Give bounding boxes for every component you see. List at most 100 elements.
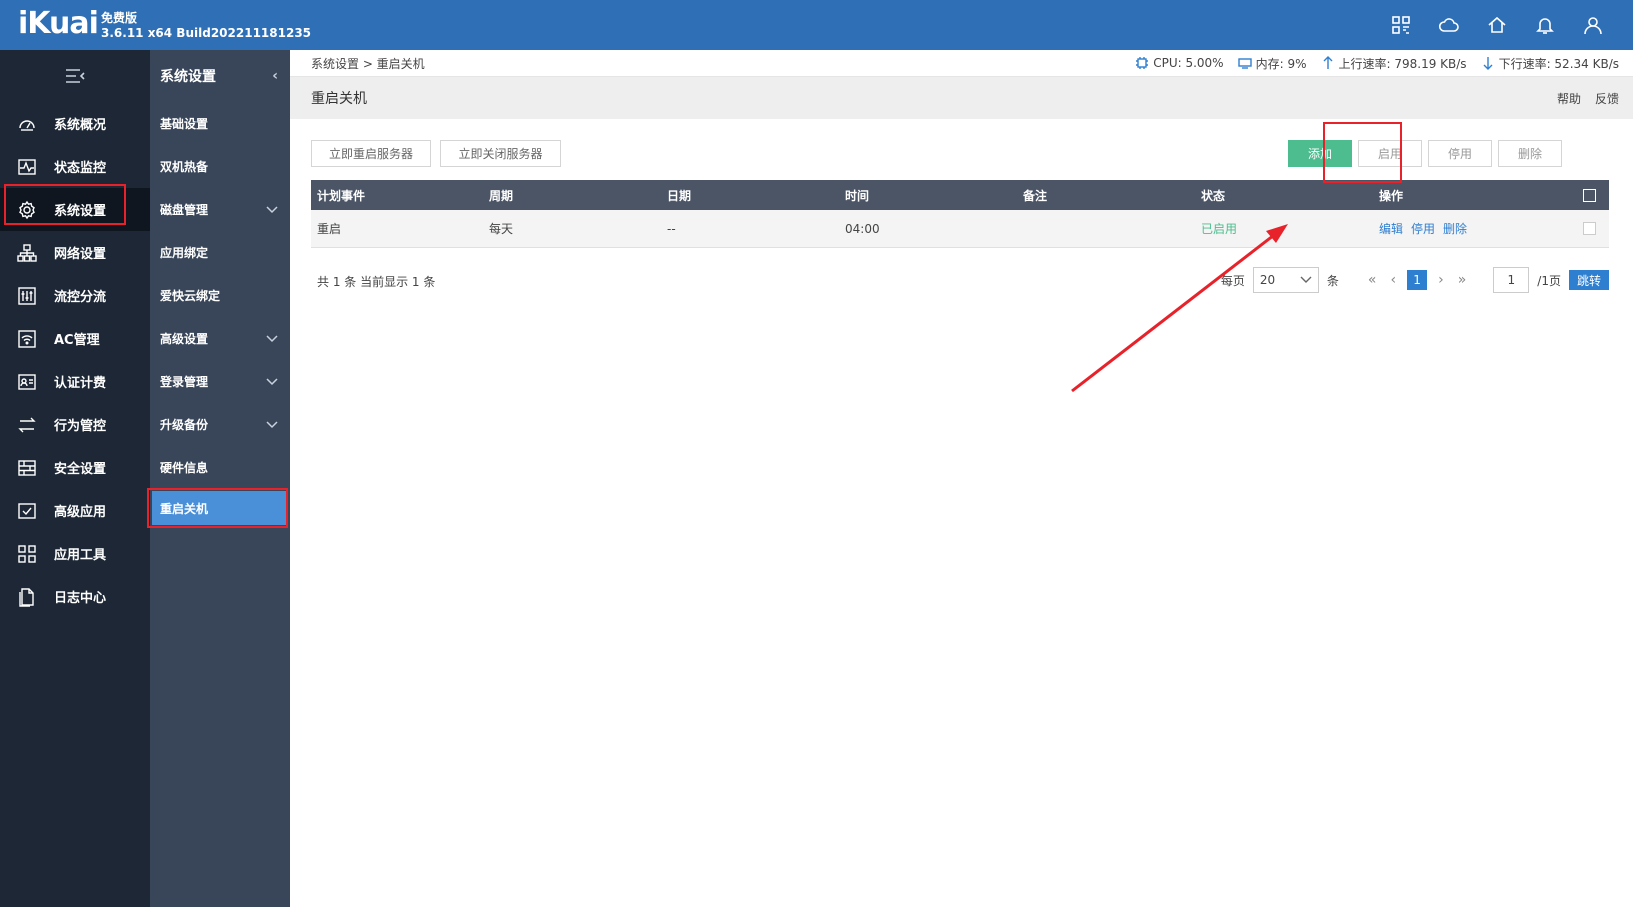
- download-value: 下行速率: 52.34 KB/s: [1498, 56, 1619, 71]
- sliders-icon: [16, 285, 38, 307]
- sidebar-item-flow-control[interactable]: 流控分流: [0, 274, 150, 317]
- add-button[interactable]: 添加: [1288, 140, 1352, 167]
- help-link[interactable]: 帮助: [1557, 90, 1581, 107]
- sub-item-label: 基础设置: [160, 117, 209, 131]
- sub-item-upgrade-backup[interactable]: 升级备份: [150, 403, 290, 446]
- delete-button[interactable]: 删除: [1498, 140, 1562, 167]
- chevron-down-icon: [266, 375, 278, 389]
- sidebar-item-overview[interactable]: 系统概况: [0, 102, 150, 145]
- cpu-value: CPU: 5.00%: [1153, 56, 1224, 70]
- next-page-icon[interactable]: ›: [1435, 272, 1447, 288]
- select-all-checkbox[interactable]: [1582, 188, 1596, 202]
- sub-item-label: 应用绑定: [160, 246, 209, 260]
- total-pages-label: /1页: [1537, 273, 1561, 288]
- sub-item-label: 重启关机: [160, 501, 209, 516]
- firewall-icon: [16, 457, 38, 479]
- sidebar-collapse-toggle[interactable]: [0, 50, 150, 102]
- row-actions: 编辑 停用 删除: [1379, 220, 1569, 237]
- col-note: 备注: [1023, 188, 1048, 203]
- ikuai-logo: iKuai: [18, 6, 99, 41]
- feedback-link[interactable]: 反馈: [1595, 90, 1619, 107]
- sidebar-item-system-settings[interactable]: 系统设置: [0, 188, 150, 231]
- reboot-now-button[interactable]: 立即重启服务器: [311, 140, 431, 167]
- first-page-icon[interactable]: «: [1365, 272, 1380, 288]
- page-jump-input[interactable]: 1: [1493, 267, 1530, 293]
- sidebar-item-monitor[interactable]: 状态监控: [0, 145, 150, 188]
- shutdown-now-button[interactable]: 立即关闭服务器: [440, 140, 561, 167]
- sub-item-disk-management[interactable]: 磁盘管理: [150, 188, 290, 231]
- sub-item-cloud-binding[interactable]: 爱快云绑定: [150, 274, 290, 317]
- col-cycle: 周期: [489, 188, 514, 203]
- table-header: 计划事件 周期 日期 时间 备注 状态 操作: [311, 180, 1609, 210]
- memory-stat: 内存: 9%: [1237, 55, 1307, 72]
- schedule-table: 计划事件 周期 日期 时间 备注 状态 操作 重启 每天 -- 04:00 已启…: [311, 180, 1609, 248]
- per-page-select[interactable]: 20: [1252, 267, 1319, 293]
- jump-button[interactable]: 跳转: [1568, 270, 1609, 290]
- sidebar-item-label: 网络设置: [54, 247, 107, 262]
- sidebar-item-advanced-apps[interactable]: 高级应用: [0, 489, 150, 532]
- arrow-up-icon: [1323, 56, 1332, 69]
- sub-item-label: 磁盘管理: [160, 203, 209, 217]
- sidebar-item-log-center[interactable]: 日志中心: [0, 575, 150, 618]
- main-sidebar: 系统概况 状态监控 系统设置 网络设置 流控分流 AC管理 认证计费 行为管控 …: [0, 50, 150, 907]
- sidebar-item-label: 应用工具: [54, 548, 107, 563]
- memory-icon: [1237, 58, 1252, 69]
- arrow-down-icon: [1483, 57, 1493, 70]
- network-icon: [16, 242, 38, 264]
- chevron-left-icon[interactable]: ‹: [272, 68, 278, 84]
- sub-item-restart-shutdown[interactable]: 重启关机: [152, 491, 286, 525]
- apps-grid-icon[interactable]: [1389, 14, 1413, 36]
- row-select-cell: [1569, 222, 1609, 235]
- sub-item-label: 爱快云绑定: [160, 289, 221, 303]
- col-status: 状态: [1201, 188, 1226, 203]
- sub-sidebar-title: 系统设置 ‹: [150, 50, 290, 102]
- sub-item-basic-settings[interactable]: 基础设置: [150, 102, 290, 145]
- sidebar-item-label: 状态监控: [54, 161, 107, 176]
- sidebar-item-security[interactable]: 安全设置: [0, 446, 150, 489]
- prev-page-icon[interactable]: ‹: [1388, 272, 1400, 288]
- sidebar-item-auth-billing[interactable]: 认证计费: [0, 360, 150, 403]
- select-all-cell: [1569, 188, 1609, 202]
- status-badge: 已启用: [1201, 222, 1238, 236]
- sub-item-hot-standby[interactable]: 双机热备: [150, 145, 290, 188]
- sidebar-item-app-tools[interactable]: 应用工具: [0, 532, 150, 575]
- pagination: 共 1 条 当前显示 1 条 每页 20 条 « ‹ 1 › » 1 /1页 跳…: [311, 265, 1609, 295]
- sub-sidebar-title-text: 系统设置: [160, 69, 216, 85]
- sub-item-advanced-settings[interactable]: 高级设置: [150, 317, 290, 360]
- gear-icon: [16, 199, 38, 221]
- chevron-down-icon: [266, 332, 278, 346]
- sub-item-label: 硬件信息: [160, 461, 209, 475]
- sidebar-item-ac-management[interactable]: AC管理: [0, 317, 150, 360]
- sub-item-hardware-info[interactable]: 硬件信息: [150, 446, 290, 489]
- cell-time: 04:00: [845, 221, 880, 236]
- current-page-button[interactable]: 1: [1407, 270, 1428, 290]
- delete-link[interactable]: 删除: [1443, 220, 1467, 237]
- dashboard-icon: [16, 113, 38, 135]
- sidebar-item-network[interactable]: 网络设置: [0, 231, 150, 274]
- col-event: 计划事件: [317, 188, 366, 203]
- sub-item-app-binding[interactable]: 应用绑定: [150, 231, 290, 274]
- swap-icon: [16, 414, 38, 436]
- id-card-icon: [16, 371, 38, 393]
- row-checkbox[interactable]: [1582, 222, 1596, 235]
- sub-item-login-management[interactable]: 登录管理: [150, 360, 290, 403]
- sidebar-item-label: 日志中心: [54, 591, 107, 606]
- cloud-icon[interactable]: [1437, 14, 1461, 36]
- col-date: 日期: [667, 188, 692, 203]
- per-page-value: 20: [1259, 273, 1276, 287]
- enable-button[interactable]: 启用: [1358, 140, 1422, 167]
- sidebar-item-label: 认证计费: [54, 376, 107, 391]
- edition-label: 免费版: [101, 11, 138, 25]
- download-stat: 下行速率: 52.34 KB/s: [1481, 55, 1619, 72]
- user-icon[interactable]: [1581, 14, 1605, 36]
- sidebar-item-behavior-control[interactable]: 行为管控: [0, 403, 150, 446]
- bell-icon[interactable]: [1533, 14, 1557, 36]
- home-icon[interactable]: [1485, 14, 1509, 36]
- disable-button[interactable]: 停用: [1428, 140, 1492, 167]
- action-toolbar: 立即重启服务器 立即关闭服务器 添加 启用 停用 删除: [311, 140, 1619, 170]
- col-actions-label: 操作: [1379, 188, 1404, 203]
- upload-stat: 上行速率: 798.19 KB/s: [1321, 55, 1467, 72]
- edit-link[interactable]: 编辑: [1379, 220, 1403, 237]
- disable-link[interactable]: 停用: [1411, 220, 1435, 237]
- last-page-icon[interactable]: »: [1455, 272, 1470, 288]
